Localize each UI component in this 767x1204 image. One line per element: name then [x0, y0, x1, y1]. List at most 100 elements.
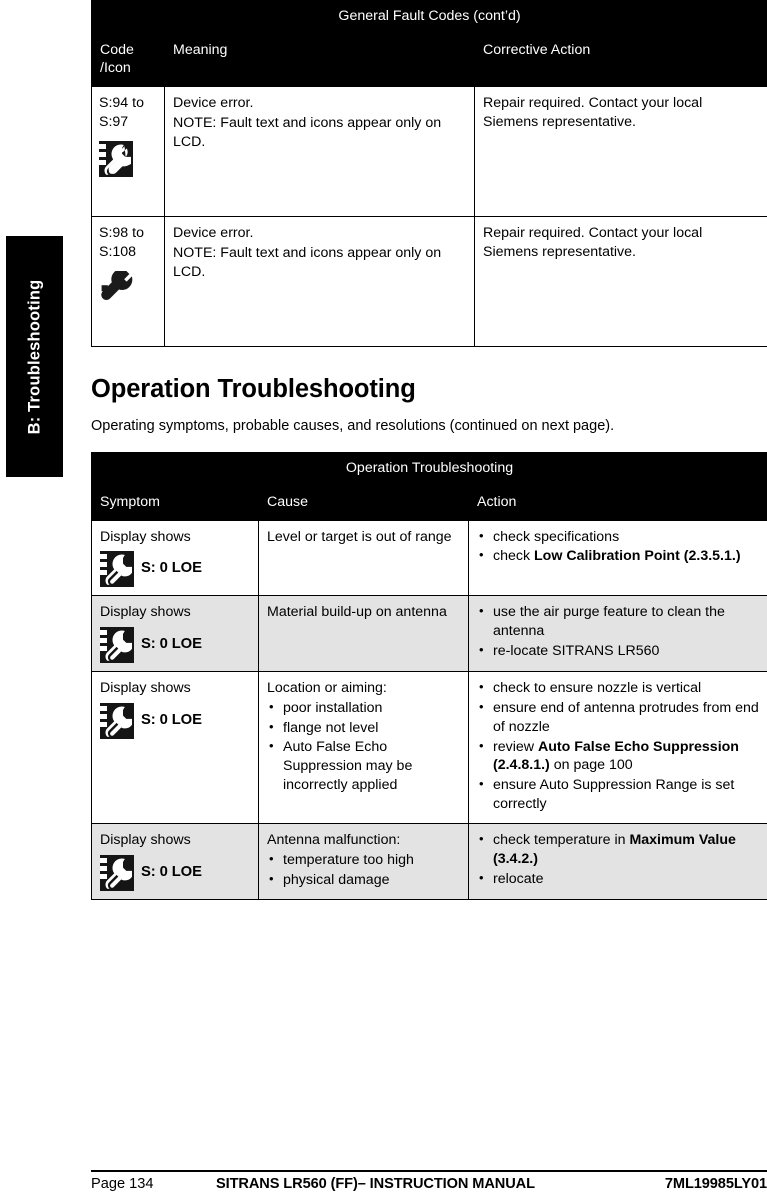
table-header-row: Symptom Cause Action: [91, 484, 767, 521]
wrench-boxed-icon: [100, 551, 134, 588]
wrench-boxed-icon: [100, 702, 134, 739]
column-header-action: Action: [467, 484, 767, 521]
action-cell: check temperature in Maximum Value (3.4.…: [467, 823, 767, 900]
cause-list: poor installationflange not levelAuto Fa…: [267, 698, 460, 795]
action-text: review: [493, 738, 538, 755]
table-title-row: General Fault Codes (cont’d): [90, 0, 767, 34]
symptom-cell: Display shows S: 0 LOE: [91, 670, 259, 825]
list-item: poor installation: [267, 698, 460, 718]
list-item: re-locate SITRANS LR560: [477, 641, 759, 661]
cause-lead: Material build-up on antenna: [267, 604, 447, 621]
cause-cell: Location or aiming: poor installationflan…: [258, 670, 469, 825]
list-item: temperature too high: [267, 850, 460, 870]
fault-action-cell: Repair required. Contact your local Siem…: [473, 216, 767, 348]
column-header-meaning: Meaning: [164, 32, 475, 88]
table-row: S:94 to S:97 Device error. NOTE: Fault t…: [91, 86, 767, 218]
action-list: check specificationscheck Low Calibratio…: [477, 527, 759, 567]
footer-manual-title: SITRANS LR560 (FF)– INSTRUCTION MANUAL: [216, 1176, 535, 1192]
action-list: use the air purge feature to clean the a…: [477, 602, 759, 661]
symptom-cell: Display shows S: 0 LOE: [91, 595, 259, 672]
list-item: relocate: [477, 869, 759, 889]
fault-meaning-cell: Device error. NOTE: Fault text and icons…: [164, 216, 475, 348]
list-item: use the air purge feature to clean the a…: [477, 602, 759, 641]
fault-meaning-line1: Device error.: [173, 225, 254, 242]
section-intro-text: Operating symptoms, probable causes, and…: [91, 418, 615, 435]
fault-code-cell: S:94 to S:97: [91, 86, 165, 218]
action-text: re-locate SITRANS LR560: [493, 643, 660, 659]
symptom-display-line: S: 0 LOE: [100, 626, 250, 663]
wrench-boxed-icon: [100, 626, 134, 663]
symptom-label: Display shows: [100, 832, 191, 849]
operation-rows-body: Display shows S: 0 LOE Level or target is …: [91, 519, 767, 900]
section-tab-label: B: Troubleshooting: [25, 279, 43, 434]
list-item: check to ensure nozzle is vertical: [477, 678, 759, 698]
list-item: flange not level: [267, 718, 460, 738]
table-row: Display shows S: 0 LOE Antenna malfunction…: [91, 823, 767, 900]
list-item: physical damage: [267, 870, 460, 890]
cause-lead: Antenna malfunction:: [267, 832, 401, 849]
cause-cell: Level or target is out of range: [258, 519, 469, 597]
fault-meaning-cell: Device error. NOTE: Fault text and icons…: [164, 86, 475, 218]
operation-troubleshooting-table: Operation Troubleshooting Symptom Cause …: [90, 452, 767, 900]
action-reference: Low Calibration Point (2.3.5.1.): [534, 548, 741, 565]
fault-code-line1: S:94 to: [99, 95, 144, 112]
general-fault-codes-table: General Fault Codes (cont’d) Code /Icon …: [90, 0, 767, 348]
action-text: relocate: [493, 870, 544, 887]
action-list: check temperature in Maximum Value (3.4.…: [477, 830, 759, 889]
symptom-cell: Display shows S: 0 LOE: [91, 519, 259, 597]
list-item: check temperature in Maximum Value (3.4.…: [477, 830, 759, 869]
list-item: Auto False Echo Suppression may be incor…: [267, 737, 460, 795]
fault-code-cell: S:98 to S:108: [91, 216, 165, 348]
table-title-row: Operation Troubleshooting: [90, 452, 767, 486]
footer-page-number: Page 134: [91, 1176, 154, 1192]
action-text: ensure end of antenna protrudes from end…: [493, 699, 759, 735]
action-text: check: [493, 548, 535, 565]
action-cell: use the air purge feature to clean the a…: [467, 595, 767, 672]
cause-cell: Antenna malfunction:temperature too high…: [258, 823, 469, 900]
table-row: S:98 to S:108 Device error. NOTE: Fault …: [91, 216, 767, 348]
symptom-display-line: S: 0 LOE: [100, 854, 250, 891]
operation-troubleshooting-title: Operation Troubleshooting: [90, 452, 767, 486]
fault-meaning-line2: NOTE: Fault text and icons appear only o…: [173, 114, 442, 150]
column-header-code-line2: /Icon: [100, 60, 131, 77]
wrench-plain-icon: [99, 268, 137, 307]
symptom-code: S: 0 LOE: [141, 864, 202, 881]
action-text: check to ensure nozzle is vertical: [493, 679, 702, 696]
general-fault-codes-title: General Fault Codes (cont’d): [90, 0, 767, 34]
symptom-label: Display shows: [100, 528, 191, 545]
fault-meaning-line2: NOTE: Fault text and icons appear only o…: [173, 244, 442, 280]
fault-meaning-line1: Device error.: [173, 95, 254, 112]
list-item: review Auto False Echo Suppression (2.4.…: [477, 737, 759, 776]
page-footer: Page 134 SITRANS LR560 (FF)– INSTRUCTION…: [91, 1176, 767, 1200]
table-row: Display shows S: 0 LOE Level or target is …: [91, 519, 767, 597]
table-header-row: Code /Icon Meaning Corrective Action: [91, 32, 767, 88]
symptom-code: S: 0 LOE: [141, 560, 202, 577]
symptom-display-line: S: 0 LOE: [100, 551, 250, 588]
action-text: use the air purge feature to clean the a…: [493, 604, 725, 640]
column-header-code-icon: Code /Icon: [91, 32, 165, 88]
cause-lead: Location or aiming:: [267, 679, 387, 696]
symptom-code: S: 0 LOE: [141, 636, 202, 653]
fault-code-line2: S:108: [99, 243, 137, 260]
table-row: Display shows S: 0 LOE Material build-up o…: [91, 595, 767, 672]
action-list: check to ensure nozzle is vertical ensure…: [477, 678, 759, 814]
column-header-cause: Cause: [258, 484, 469, 521]
action-tail: on page 100: [549, 757, 633, 774]
cause-cell: Material build-up on antenna: [258, 595, 469, 672]
fault-icon-wrapper: [99, 268, 156, 307]
fault-code-line1: S:98 to: [99, 225, 144, 242]
action-text: check temperature in: [493, 832, 630, 849]
action-cell: check specificationscheck Low Calibratio…: [467, 519, 767, 597]
list-item: ensure end of antenna protrudes from end…: [477, 698, 759, 737]
fault-code-line2: S:97: [99, 113, 129, 130]
column-header-code-line1: Code: [100, 41, 134, 58]
fault-icon-wrapper: [99, 140, 156, 177]
wrench-boxed-icon: [100, 854, 134, 891]
wrench-boxed-icon: [99, 140, 133, 177]
list-item: check specifications: [477, 527, 759, 547]
list-item: check Low Calibration Point (2.3.5.1.): [477, 546, 759, 566]
symptom-label: Display shows: [100, 679, 191, 696]
table-row: Display shows S: 0 LOE Location or aiming:…: [91, 670, 767, 825]
symptom-label: Display shows: [100, 604, 191, 621]
list-item: ensure Auto Suppression Range is set cor…: [477, 775, 759, 814]
